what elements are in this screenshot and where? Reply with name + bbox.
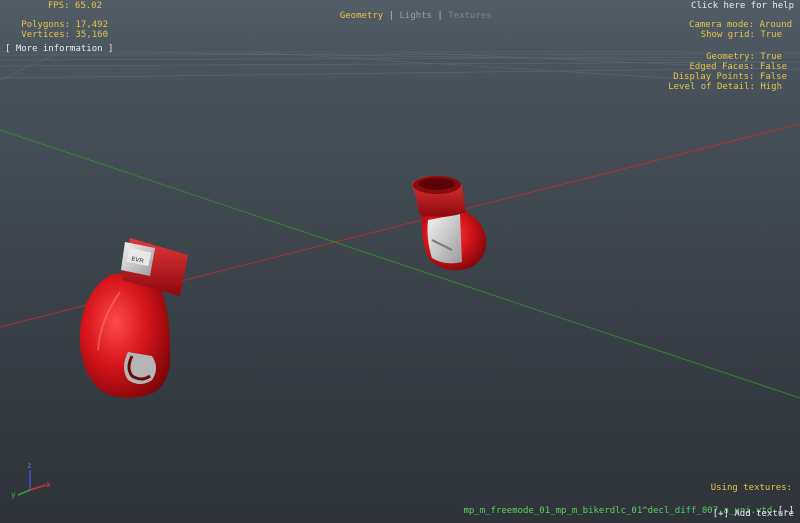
tab-lights[interactable]: Lights: [399, 11, 432, 21]
boxing-glove-right[interactable]: [412, 175, 487, 271]
show-grid-toggle[interactable]: Show grid: True: [701, 30, 782, 40]
add-texture-button[interactable]: [+] Add texture: [713, 509, 794, 519]
display-points-toggle[interactable]: Display Points: False: [673, 72, 787, 82]
textures-heading: Using textures:: [710, 483, 792, 493]
geometry-toggle[interactable]: Geometry: True: [706, 52, 782, 62]
top-tabs: Geometry | Lights | Textures: [329, 1, 492, 21]
axis-label-y: y: [11, 490, 16, 499]
polygon-count: Polygons: 17,492: [21, 20, 108, 30]
tab-textures[interactable]: Textures: [448, 11, 491, 21]
axis-label-x: x: [46, 480, 51, 489]
boxing-glove-left[interactable]: EVR: [79, 238, 188, 399]
camera-mode[interactable]: Camera mode: Around: [689, 20, 792, 30]
fps-counter: FPS: 65.02: [47, 1, 102, 11]
vertex-count: Vertices: 35,160: [21, 30, 108, 40]
tab-separator: |: [431, 11, 449, 21]
axis-label-z: z: [27, 461, 32, 470]
more-information-link[interactable]: [ More information ]: [5, 44, 113, 54]
tab-geometry[interactable]: Geometry: [340, 11, 383, 21]
tab-separator: |: [383, 11, 400, 21]
axis-gizmo: [17, 470, 47, 496]
level-of-detail-option[interactable]: Level of Detail: High: [668, 82, 782, 92]
edged-faces-toggle[interactable]: Edged Faces: False: [689, 62, 787, 72]
help-link[interactable]: Click here for help: [691, 1, 794, 11]
